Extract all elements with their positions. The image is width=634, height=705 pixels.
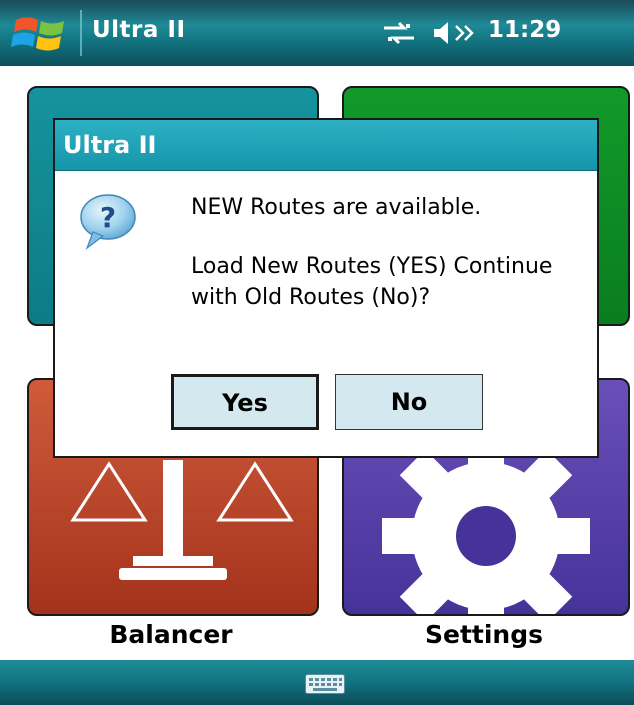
message-dialog: Ultra II ? NEW Routes are available. Loa… [53, 118, 599, 458]
question-bubble-icon: ? [80, 194, 136, 250]
dialog-message-line1: NEW Routes are available. [191, 195, 482, 220]
no-button[interactable]: No [335, 374, 483, 430]
dialog-message: NEW Routes are available. Load New Route… [191, 192, 581, 313]
bottom-bar [0, 660, 634, 705]
windows-flag-icon[interactable] [10, 12, 70, 54]
title-separator [80, 10, 82, 56]
tile-label-balancer[interactable]: Balancer [27, 620, 315, 649]
connectivity-icon[interactable] [382, 20, 416, 46]
app-title: Ultra II [92, 17, 186, 43]
keyboard-icon[interactable] [305, 674, 345, 694]
dialog-message-line2: Load New Routes (YES) Continue with Old … [191, 254, 553, 310]
dialog-title: Ultra II [55, 120, 597, 171]
speaker-icon[interactable] [432, 20, 478, 46]
clock-time[interactable]: 11:29 [488, 17, 561, 43]
yes-button[interactable]: Yes [171, 374, 319, 430]
svg-text:?: ? [100, 201, 116, 234]
status-bar: Ultra II 11:29 [0, 0, 634, 66]
tile-label-settings[interactable]: Settings [342, 620, 626, 649]
